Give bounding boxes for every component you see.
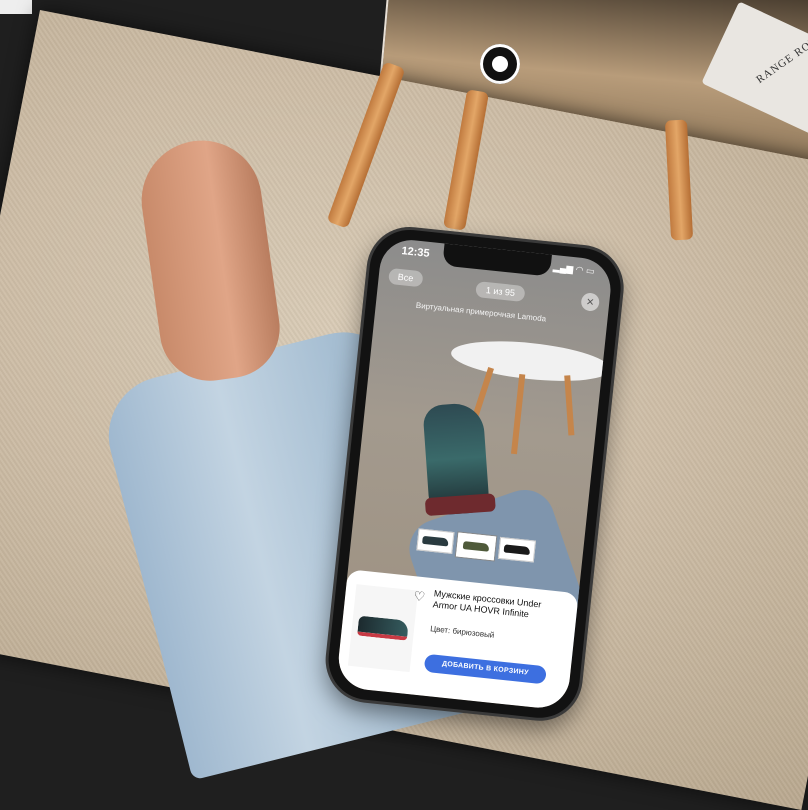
- ar-table: [449, 334, 613, 388]
- heart-icon[interactable]: ♡: [413, 588, 426, 605]
- pager-indicator: 1 из 95: [475, 281, 526, 303]
- phone-mockup: 12:35 ▂▄▆ ◠ ▭ Все 1 из 95 × Виртуальная …: [324, 226, 625, 722]
- thumbnail-3[interactable]: [497, 536, 536, 563]
- product-image[interactable]: [347, 584, 419, 673]
- status-icons: ▂▄▆ ◠ ▭: [552, 261, 595, 277]
- product-color: Цвет: бирюзовый: [429, 624, 495, 640]
- product-name: Мужские кроссовки Under Armor UA HOVR In…: [432, 588, 542, 620]
- notch: [442, 243, 552, 277]
- phone-screen: 12:35 ▂▄▆ ◠ ▭ Все 1 из 95 × Виртуальная …: [335, 236, 614, 711]
- thumbnail-1[interactable]: [416, 528, 455, 554]
- thumbnail-2[interactable]: [455, 532, 497, 561]
- all-button[interactable]: Все: [388, 267, 424, 288]
- book-text: RANGE ROVER: [754, 25, 808, 86]
- add-to-cart-button[interactable]: ДОБАВИТЬ В КОРЗИНУ: [423, 653, 547, 685]
- thumbnail-shoe: [503, 544, 531, 556]
- screen-subtitle: Виртуальная примерочная Lamoda: [415, 300, 547, 324]
- close-icon[interactable]: ×: [580, 292, 601, 312]
- photo-fragment: [0, 0, 32, 14]
- thumbnail-shoe: [422, 535, 449, 547]
- book: RANGE ROVER: [701, 1, 808, 143]
- lens-icon[interactable]: [480, 44, 520, 84]
- ar-shoe: [422, 401, 490, 516]
- status-time: 12:35: [400, 245, 431, 260]
- product-card: ♡ Мужские кроссовки Under Armor UA HOVR …: [335, 569, 579, 711]
- thumbnail-shoe: [462, 541, 490, 552]
